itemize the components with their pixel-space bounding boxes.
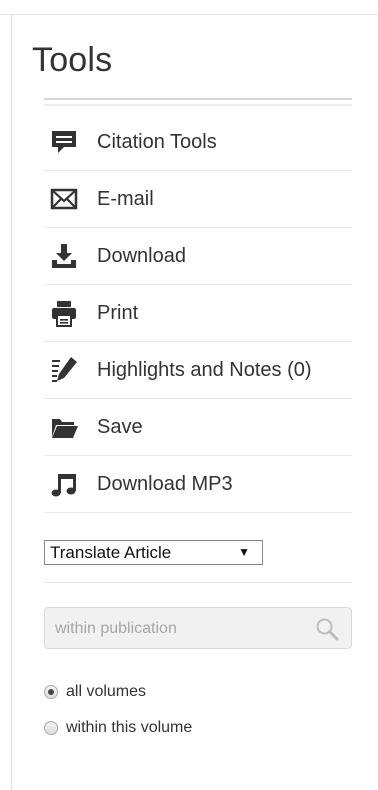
printer-icon [47, 296, 81, 330]
music-note-icon [47, 467, 81, 501]
highlights-notes-label: Highlights and Notes (0) [97, 358, 312, 381]
search-box [44, 607, 352, 650]
citation-tools-label: Citation Tools [97, 130, 217, 153]
save-link[interactable]: Save [44, 399, 352, 456]
download-label: Download [97, 244, 186, 267]
email-link[interactable]: E-mail [44, 171, 352, 228]
search-input[interactable] [53, 608, 317, 650]
all-volumes-radio[interactable] [44, 685, 58, 699]
translate-selected-value: Translate Article [50, 542, 172, 562]
download-mp3-link[interactable]: Download MP3 [44, 456, 352, 513]
scope-all-volumes[interactable]: all volumes [44, 683, 146, 701]
all-volumes-label: all volumes [66, 683, 147, 700]
scope-this-volume[interactable]: within this volume [44, 719, 192, 737]
this-volume-label: within this volume [66, 719, 193, 736]
save-label: Save [97, 415, 143, 438]
download-mp3-label: Download MP3 [97, 472, 233, 495]
translate-article-select[interactable]: Translate Article ▼ [44, 540, 263, 565]
section-divider [44, 582, 352, 583]
highlight-pen-icon [47, 353, 81, 387]
print-link[interactable]: Print [44, 285, 352, 342]
panel-title: Tools [32, 41, 113, 79]
search-icon[interactable] [315, 617, 339, 641]
envelope-icon [47, 182, 81, 216]
highlights-notes-link[interactable]: Highlights and Notes (0) [44, 342, 352, 399]
download-link[interactable]: Download [44, 228, 352, 285]
tools-list: Citation Tools E-mail Download Print Hig… [44, 114, 352, 513]
email-label: E-mail [97, 187, 154, 210]
top-divider [0, 0, 378, 15]
dropdown-arrow-icon: ▼ [238, 545, 250, 559]
this-volume-radio[interactable] [44, 721, 58, 735]
citation-tools-link[interactable]: Citation Tools [44, 114, 352, 171]
download-icon [47, 239, 81, 273]
folder-icon [47, 410, 81, 444]
citation-comment-icon [47, 125, 81, 159]
print-label: Print [97, 301, 139, 324]
title-divider [44, 98, 352, 106]
